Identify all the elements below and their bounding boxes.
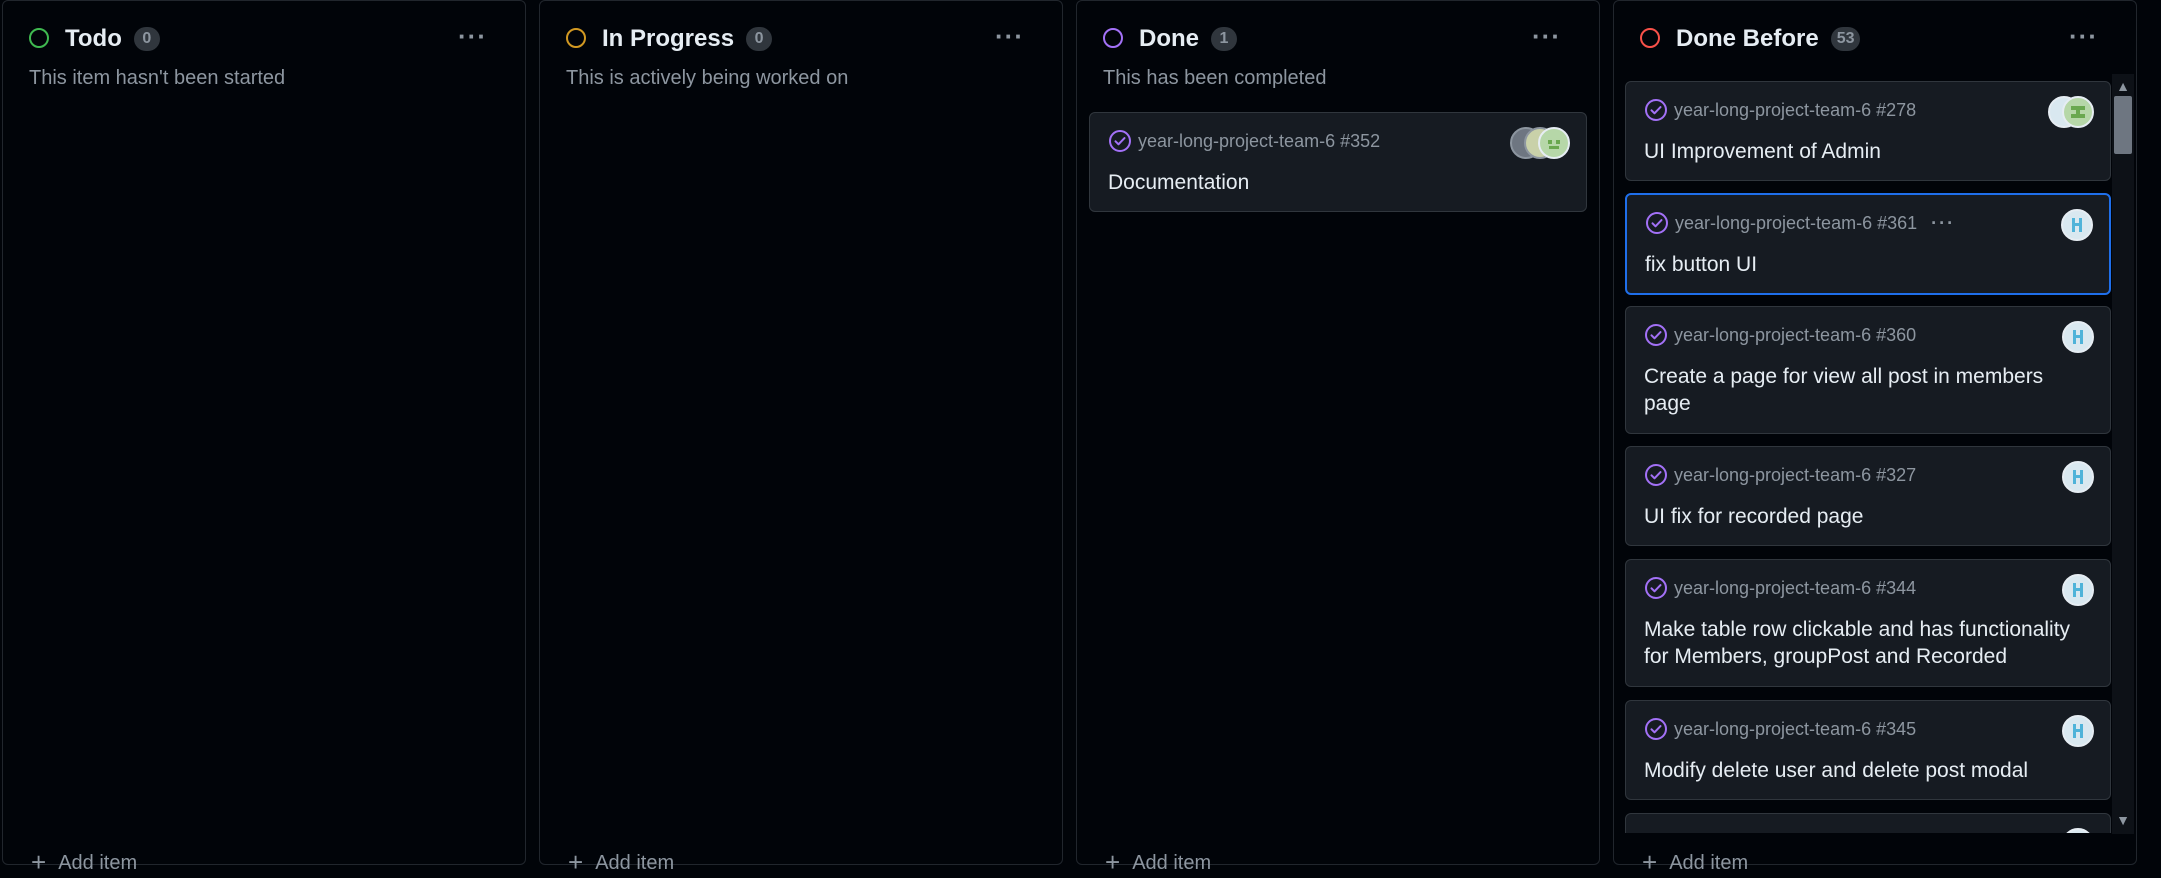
column-todo: Todo 0 ··· This item hasn't been started … (2, 0, 526, 877)
column-description: This has been completed (1103, 67, 1327, 89)
status-circle-icon (566, 28, 586, 48)
plus-icon: + (1642, 847, 1658, 877)
column-header: Done 1 ··· (1077, 1, 1599, 77)
column-done: Done 1 ··· This has been completed year-l… (1076, 0, 1600, 877)
card-title[interactable]: Documentation (1108, 169, 1564, 196)
card-repo-ref[interactable]: year-long-project-team-6 #361 ··· (1645, 211, 1955, 235)
count-badge: 1 (1211, 27, 1237, 51)
closed-issue-check-icon (1645, 718, 1667, 740)
issue-card[interactable]: year-long-project-team-6 #344 Make table… (1625, 559, 2111, 687)
column-menu-button[interactable]: ··· (2069, 21, 2098, 52)
column-menu-button[interactable]: ··· (995, 21, 1024, 52)
closed-issue-check-icon (1646, 212, 1668, 234)
plus-icon: + (568, 847, 584, 877)
column-title: Done 1 (1139, 25, 1237, 53)
card-list[interactable]: year-long-project-team-6 #278 UI Improve… (1611, 74, 2111, 833)
column-description: This is actively being worked on (566, 67, 849, 89)
card-title[interactable]: Create a page for view all post in membe… (1644, 363, 2088, 417)
column-in-progress: In Progress 0 ··· This is actively being … (539, 0, 1063, 877)
issue-card[interactable]: year-long-project-team-6 #327 UI fix for… (1625, 446, 2111, 546)
status-circle-icon (29, 28, 49, 48)
closed-issue-check-icon (1109, 130, 1131, 152)
closed-issue-check-icon (1645, 577, 1667, 599)
card-title[interactable]: fix button UI (1645, 251, 2087, 278)
add-item-button[interactable]: + Add item (1105, 847, 1211, 878)
card-title[interactable]: Modify delete user and delete post modal (1644, 757, 2088, 784)
card-title[interactable]: Make table row clickable and has functio… (1644, 616, 2088, 670)
count-badge: 0 (746, 27, 773, 51)
issue-card[interactable]: year-long-project-team-6 #345 Modify del… (1625, 700, 2111, 800)
column-title: Done Before 53 (1676, 25, 1861, 53)
column-header: Done Before 53 ··· (1614, 1, 2136, 77)
card-repo-ref[interactable]: year-long-project-team-6 #360 (1644, 323, 1916, 347)
card-repo-ref[interactable]: year-long-project-team-6 #352 (1108, 129, 1380, 153)
scrollbar-thumb[interactable] (2114, 96, 2132, 154)
assignee-avatars[interactable] (2062, 828, 2094, 833)
avatar (2062, 321, 2094, 353)
scrollbar-track[interactable] (2112, 74, 2134, 834)
project-board: Todo 0 ··· This item hasn't been started … (0, 0, 2161, 877)
assignee-avatars[interactable] (2061, 209, 2093, 241)
assignee-avatars[interactable] (2062, 321, 2094, 353)
card-more-button[interactable]: ··· (1931, 213, 1955, 234)
avatar (2062, 461, 2094, 493)
assignee-avatars[interactable] (2062, 715, 2094, 747)
add-item-button[interactable]: + Add item (31, 847, 137, 878)
column-title: In Progress 0 (602, 25, 773, 53)
plus-icon: + (1105, 847, 1121, 877)
card-repo-ref[interactable]: year-long-project-team-6 #278 (1644, 98, 1916, 122)
column-description: This item hasn't been started (29, 67, 286, 89)
scroll-up-arrow-icon[interactable]: ▲ (2112, 76, 2134, 96)
avatar (2062, 715, 2094, 747)
column-title: Todo 0 (65, 25, 160, 53)
card-repo-ref[interactable]: year-long-project-team-6 #327 (1644, 463, 1916, 487)
status-circle-icon (1103, 28, 1123, 48)
avatar (2061, 209, 2093, 241)
assignee-avatars[interactable] (1510, 127, 1570, 159)
assignee-avatars[interactable] (2062, 461, 2094, 493)
column-header: Todo 0 ··· (3, 1, 525, 77)
column-menu-button[interactable]: ··· (1532, 21, 1561, 52)
assignee-avatars[interactable] (2062, 574, 2094, 606)
plus-icon: + (31, 847, 47, 877)
closed-issue-check-icon (1645, 464, 1667, 486)
scroll-down-arrow-icon[interactable]: ▼ (2112, 810, 2134, 830)
status-circle-icon (1640, 28, 1660, 48)
count-badge: 53 (1830, 27, 1861, 51)
issue-card[interactable]: year-long-project-team-6 #278 UI Improve… (1625, 81, 2111, 181)
card-repo-ref[interactable]: year-long-project-team-6 #344 (1644, 576, 1916, 600)
closed-issue-check-icon (1645, 324, 1667, 346)
issue-card-selected[interactable]: year-long-project-team-6 #361 ··· fix bu… (1625, 193, 2111, 295)
avatar (1538, 127, 1570, 159)
assignee-avatars[interactable] (2048, 96, 2094, 128)
card-title[interactable]: UI fix for recorded page (1644, 503, 2088, 530)
avatar (2062, 574, 2094, 606)
column-menu-button[interactable]: ··· (458, 21, 487, 52)
add-item-button[interactable]: + Add item (1642, 847, 1748, 878)
card-repo-ref[interactable]: year-long-project-team-6 #345 (1644, 717, 1916, 741)
closed-issue-check-icon (1645, 99, 1667, 121)
avatar (2062, 828, 2094, 833)
card-title[interactable]: UI Improvement of Admin (1644, 138, 2088, 165)
count-badge: 0 (133, 27, 160, 51)
issue-card[interactable] (1625, 813, 2111, 833)
issue-card[interactable]: year-long-project-team-6 #352 Documentat… (1089, 112, 1587, 212)
issue-card[interactable]: year-long-project-team-6 #360 Create a p… (1625, 306, 2111, 434)
column-header: In Progress 0 ··· (540, 1, 1062, 77)
add-item-button[interactable]: + Add item (568, 847, 674, 878)
avatar (2062, 96, 2094, 128)
